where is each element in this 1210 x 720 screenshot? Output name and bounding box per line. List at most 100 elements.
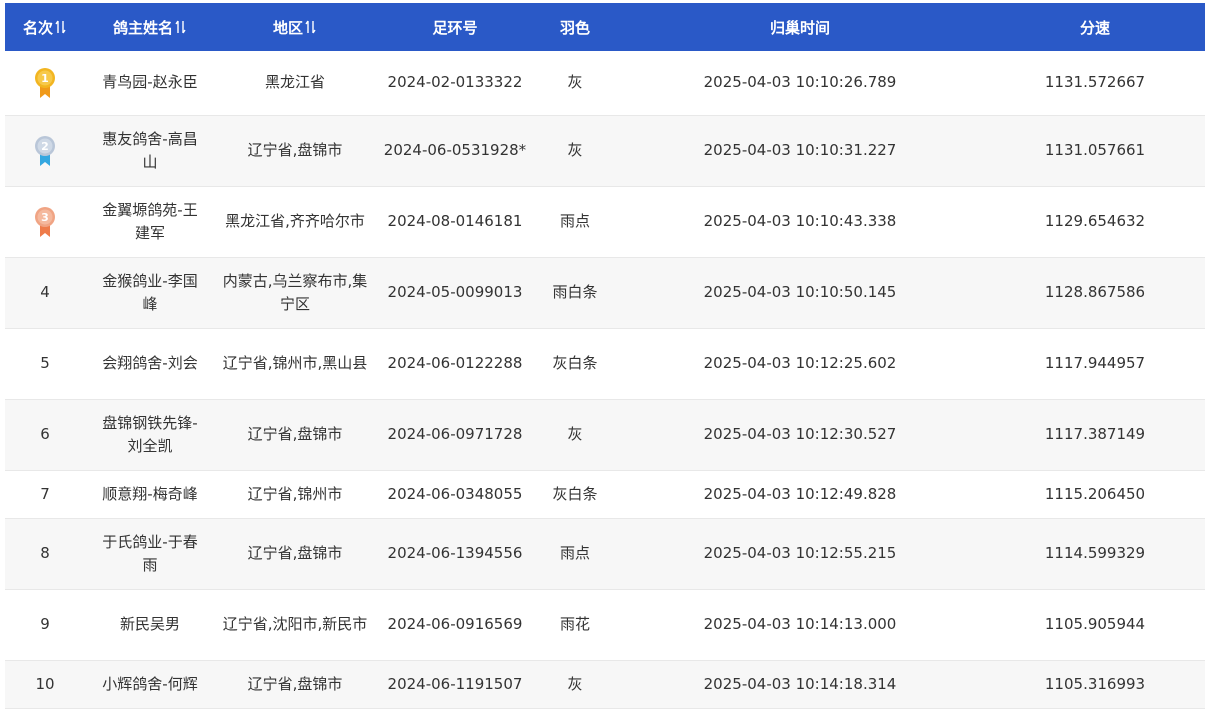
feather-color-cell: 灰 xyxy=(535,399,615,471)
rank-cell: 8 xyxy=(5,518,85,590)
region-cell: 内蒙古,乌兰察布市,集宁区 xyxy=(215,257,375,329)
owner-name-cell: 惠友鸽舍-高昌山 xyxy=(85,115,215,187)
region-cell: 辽宁省,沈阳市,新民市 xyxy=(215,589,375,661)
silver-medal-icon: 2 xyxy=(35,135,55,166)
speed-cell: 1129.654632 xyxy=(985,186,1205,258)
ring-number-cell: 2024-06-1394556 xyxy=(375,518,535,590)
region-cell: 辽宁省,盘锦市 xyxy=(215,660,375,709)
gold-medal-icon: 1 xyxy=(35,67,55,98)
owner-name-cell: 新民吴男 xyxy=(85,589,215,661)
sort-icon[interactable] xyxy=(55,20,67,34)
ring-number-cell: 2024-06-0348055 xyxy=(375,470,535,519)
feather-color-cell: 灰白条 xyxy=(535,328,615,400)
region-cell: 辽宁省,锦州市,黑山县 xyxy=(215,328,375,400)
ring-number-cell: 2024-06-0122288 xyxy=(375,328,535,400)
owner-name-cell: 于氏鸽业-于春雨 xyxy=(85,518,215,590)
rank-cell: 7 xyxy=(5,470,85,519)
ring-number-cell: 2024-02-0133322 xyxy=(375,51,535,116)
region-cell: 黑龙江省,齐齐哈尔市 xyxy=(215,186,375,258)
table-row: 5 会翔鸽舍-刘会 辽宁省,锦州市,黑山县 2024-06-0122288 灰白… xyxy=(5,328,1205,400)
header-owner-name[interactable]: 鸽主姓名 xyxy=(85,3,215,51)
header-ring-number-label: 足环号 xyxy=(432,18,478,37)
header-rank-label: 名次 xyxy=(22,18,53,37)
return-time-cell: 2025-04-03 10:14:18.314 xyxy=(615,660,985,709)
ring-number-cell: 2024-08-0146181 xyxy=(375,186,535,258)
feather-color-cell: 灰 xyxy=(535,660,615,709)
header-return-time-label: 归巢时间 xyxy=(769,18,830,37)
ring-number-cell: 2024-05-0099013 xyxy=(375,257,535,329)
rank-cell: 1 xyxy=(5,51,85,116)
region-cell: 辽宁省,盘锦市 xyxy=(215,518,375,590)
header-feather-color-label: 羽色 xyxy=(559,18,590,37)
return-time-cell: 2025-04-03 10:12:25.602 xyxy=(615,328,985,400)
return-time-cell: 2025-04-03 10:12:49.828 xyxy=(615,470,985,519)
header-feather-color: 羽色 xyxy=(535,3,615,51)
rank-cell: 10 xyxy=(5,660,85,709)
region-cell: 辽宁省,盘锦市 xyxy=(215,399,375,471)
ring-number-cell: 2024-06-0916569 xyxy=(375,589,535,661)
owner-name-cell: 金翼塬鸽苑-王建军 xyxy=(85,186,215,258)
return-time-cell: 2025-04-03 10:10:31.227 xyxy=(615,115,985,187)
ranking-table: 名次 鸽主姓名 地区 足环号 羽色 归巢时间 分速 1 青鸟园-赵永臣 黑龙江省… xyxy=(5,3,1205,709)
return-time-cell: 2025-04-03 10:12:55.215 xyxy=(615,518,985,590)
owner-name-cell: 小辉鸽舍-何辉 xyxy=(85,660,215,709)
speed-cell: 1117.944957 xyxy=(985,328,1205,400)
ring-number-cell: 2024-06-1191507 xyxy=(375,660,535,709)
owner-name-cell: 青鸟园-赵永臣 xyxy=(85,51,215,116)
feather-color-cell: 雨点 xyxy=(535,518,615,590)
svg-text:3: 3 xyxy=(41,211,49,224)
table-row: 7 顺意翔-梅奇峰 辽宁省,锦州市 2024-06-0348055 灰白条 20… xyxy=(5,470,1205,519)
rank-cell: 4 xyxy=(5,257,85,329)
speed-cell: 1128.867586 xyxy=(985,257,1205,329)
table-row: 6 盘锦钢铁先锋-刘全凯 辽宁省,盘锦市 2024-06-0971728 灰 2… xyxy=(5,399,1205,471)
feather-color-cell: 雨白条 xyxy=(535,257,615,329)
return-time-cell: 2025-04-03 10:12:30.527 xyxy=(615,399,985,471)
header-rank[interactable]: 名次 xyxy=(5,3,85,51)
header-owner-name-label: 鸽主姓名 xyxy=(112,18,173,37)
bronze-medal-icon: 3 xyxy=(35,206,55,237)
rank-cell: 6 xyxy=(5,399,85,471)
region-cell: 黑龙江省 xyxy=(215,51,375,116)
speed-cell: 1114.599329 xyxy=(985,518,1205,590)
ring-number-cell: 2024-06-0531928* xyxy=(375,115,535,187)
sort-icon[interactable] xyxy=(305,20,317,34)
speed-cell: 1117.387149 xyxy=(985,399,1205,471)
header-return-time: 归巢时间 xyxy=(615,3,985,51)
speed-cell: 1131.572667 xyxy=(985,51,1205,116)
sort-icon[interactable] xyxy=(175,20,187,34)
return-time-cell: 2025-04-03 10:14:13.000 xyxy=(615,589,985,661)
return-time-cell: 2025-04-03 10:10:26.789 xyxy=(615,51,985,116)
speed-cell: 1105.905944 xyxy=(985,589,1205,661)
rank-cell: 3 xyxy=(5,186,85,258)
feather-color-cell: 雨花 xyxy=(535,589,615,661)
feather-color-cell: 灰 xyxy=(535,51,615,116)
region-cell: 辽宁省,盘锦市 xyxy=(215,115,375,187)
rank-cell: 9 xyxy=(5,589,85,661)
rank-cell: 5 xyxy=(5,328,85,400)
owner-name-cell: 金猴鸽业-李国峰 xyxy=(85,257,215,329)
owner-name-cell: 顺意翔-梅奇峰 xyxy=(85,470,215,519)
speed-cell: 1115.206450 xyxy=(985,470,1205,519)
table-header: 名次 鸽主姓名 地区 足环号 羽色 归巢时间 分速 xyxy=(5,3,1205,51)
table-row: 8 于氏鸽业-于春雨 辽宁省,盘锦市 2024-06-1394556 雨点 20… xyxy=(5,518,1205,590)
table-body: 1 青鸟园-赵永臣 黑龙江省 2024-02-0133322 灰 2025-04… xyxy=(5,51,1205,709)
header-region-label: 地区 xyxy=(272,18,303,37)
svg-text:1: 1 xyxy=(41,72,49,85)
table-row: 10 小辉鸽舍-何辉 辽宁省,盘锦市 2024-06-1191507 灰 202… xyxy=(5,660,1205,709)
return-time-cell: 2025-04-03 10:10:50.145 xyxy=(615,257,985,329)
return-time-cell: 2025-04-03 10:10:43.338 xyxy=(615,186,985,258)
table-row: 1 青鸟园-赵永臣 黑龙江省 2024-02-0133322 灰 2025-04… xyxy=(5,51,1205,116)
header-ring-number: 足环号 xyxy=(375,3,535,51)
table-row: 3 金翼塬鸽苑-王建军 黑龙江省,齐齐哈尔市 2024-08-0146181 雨… xyxy=(5,186,1205,258)
header-region[interactable]: 地区 xyxy=(215,3,375,51)
header-row: 名次 鸽主姓名 地区 足环号 羽色 归巢时间 分速 xyxy=(5,3,1205,51)
region-cell: 辽宁省,锦州市 xyxy=(215,470,375,519)
feather-color-cell: 灰白条 xyxy=(535,470,615,519)
owner-name-cell: 会翔鸽舍-刘会 xyxy=(85,328,215,400)
speed-cell: 1105.316993 xyxy=(985,660,1205,709)
ring-number-cell: 2024-06-0971728 xyxy=(375,399,535,471)
feather-color-cell: 灰 xyxy=(535,115,615,187)
table-row: 4 金猴鸽业-李国峰 内蒙古,乌兰察布市,集宁区 2024-05-0099013… xyxy=(5,257,1205,329)
header-speed-label: 分速 xyxy=(1079,18,1110,37)
table-row: 9 新民吴男 辽宁省,沈阳市,新民市 2024-06-0916569 雨花 20… xyxy=(5,589,1205,661)
